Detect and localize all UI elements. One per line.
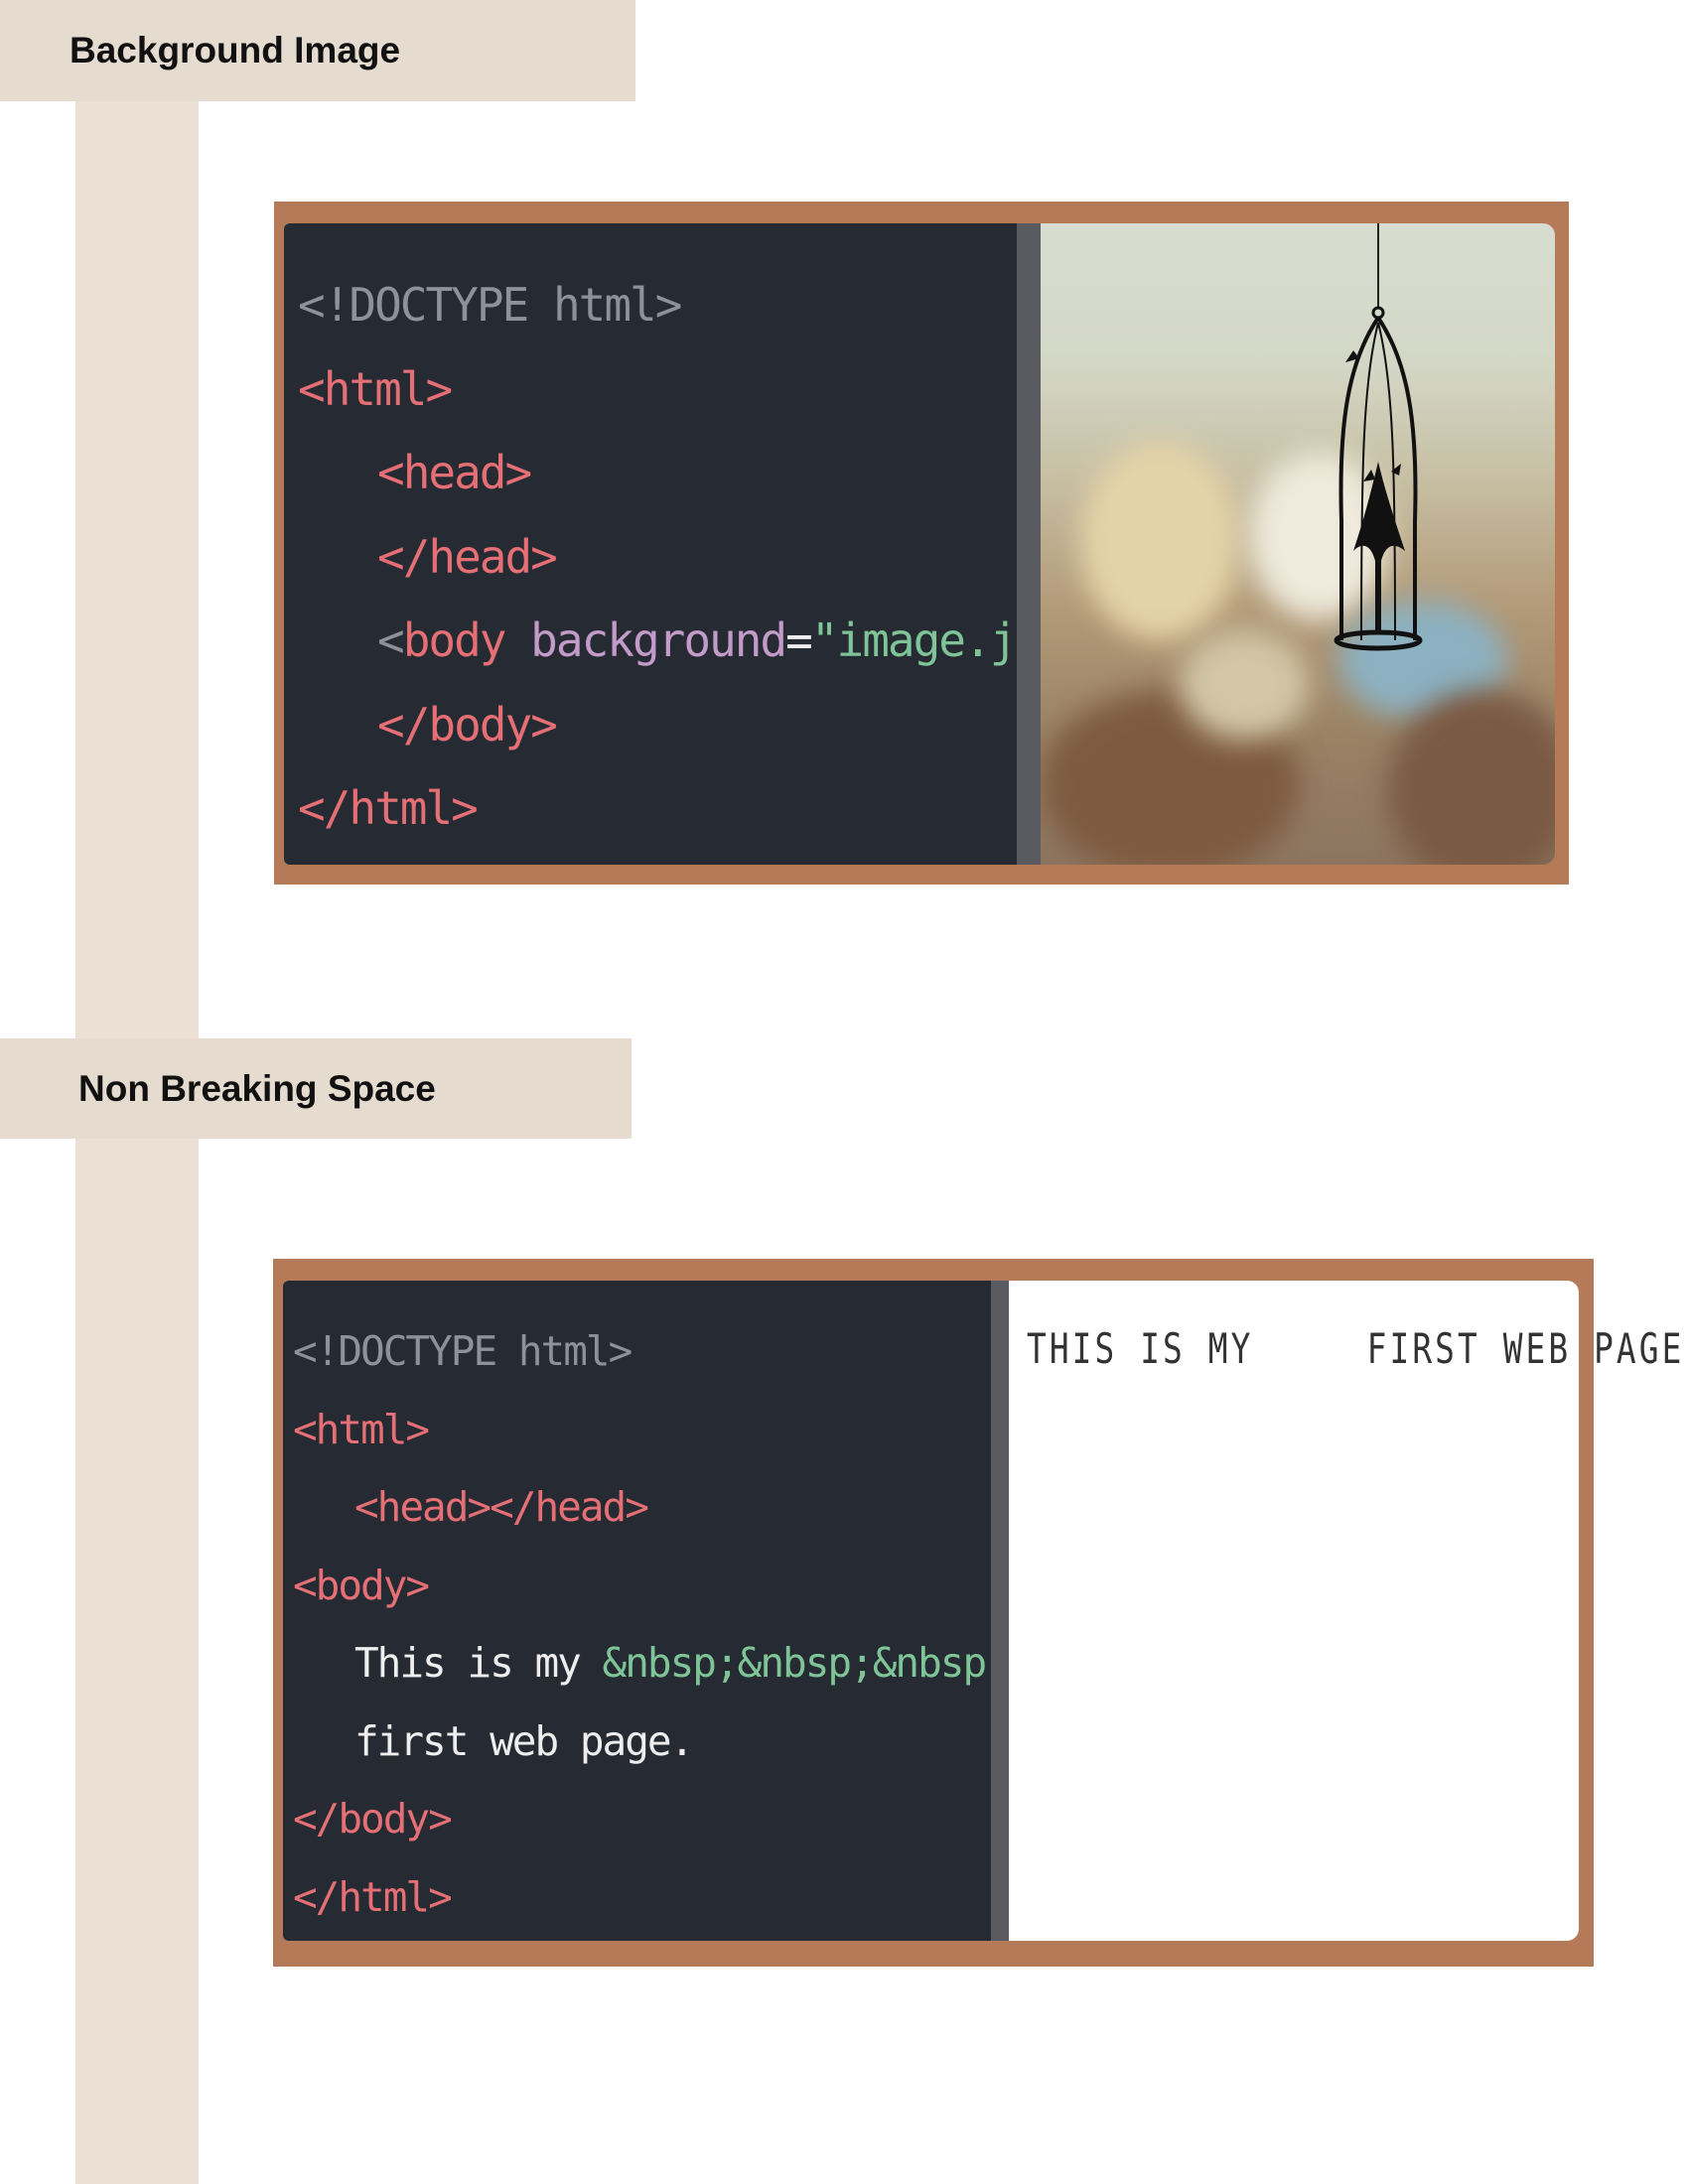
- code-token: body: [402, 614, 507, 667]
- code-line-text-nbsp: This is my &nbsp;&nbsp;&nbsp;&nbsp;: [293, 1624, 1145, 1703]
- code-line-doctype: <!DOCTYPE html>: [298, 278, 682, 332]
- background-image-example-figure: <!DOCTYPE html> <html> <head> </head> <b…: [274, 202, 1569, 885]
- section-heading-non-breaking-space: Non Breaking Space: [0, 1038, 632, 1139]
- background-photo-image: [1041, 223, 1555, 865]
- birdcage-icon: [1334, 223, 1423, 651]
- code-line-html-open: <html>: [298, 361, 453, 416]
- browser-preview-panel: THIS IS MY FIRST WEB PAGE.: [1009, 1281, 1688, 1941]
- code-line-html-open: <html>: [293, 1405, 430, 1453]
- code-panel: <!DOCTYPE html> <html> <head></head> <bo…: [283, 1281, 1145, 1941]
- code-line-head: <head></head>: [354, 1483, 649, 1531]
- preview-text: THIS IS MY FIRST WEB PAGE.: [1027, 1324, 1688, 1373]
- code-line-body-open: <body>: [293, 1561, 430, 1609]
- panel-divider: [991, 1281, 1009, 1941]
- code-line-head-close: </head>: [377, 529, 558, 584]
- section-heading-background-image: Background Image: [0, 0, 635, 101]
- code-line-html-close: </html>: [298, 781, 479, 835]
- code-line-doctype: <!DOCTYPE html>: [293, 1327, 633, 1375]
- code-line-text: first web page.: [354, 1716, 694, 1765]
- code-token: =: [785, 614, 813, 667]
- code-panel: <!DOCTYPE html> <html> <head> </head> <b…: [284, 223, 1119, 865]
- code-token: <: [377, 614, 405, 667]
- code-line-html-close: </html>: [293, 1872, 453, 1921]
- panel-divider: [1017, 223, 1041, 865]
- code-token: This is my: [354, 1639, 603, 1687]
- code-token: background: [504, 614, 787, 667]
- code-line-body-close: </body>: [293, 1795, 453, 1843]
- code-line-body-open: <body background="image.jpg">: [298, 599, 1119, 683]
- heading-text: Background Image: [70, 30, 401, 70]
- non-breaking-space-example-figure: <!DOCTYPE html> <html> <head></head> <bo…: [273, 1259, 1688, 1967]
- heading-text: Non Breaking Space: [78, 1067, 436, 1109]
- code-line-head-open: <head>: [377, 446, 532, 499]
- code-line-body-close: </body>: [377, 697, 558, 751]
